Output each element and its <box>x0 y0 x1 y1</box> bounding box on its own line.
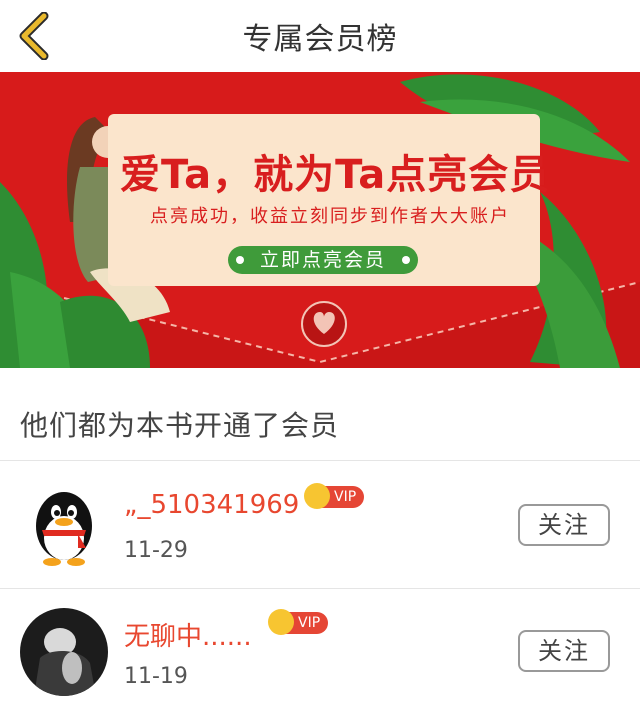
crown-icon <box>304 483 330 509</box>
vip-badge: VIP <box>304 483 365 509</box>
vip-badge: VIP <box>268 609 329 635</box>
member-row[interactable]: „_510341969 VIP 11-29 关注 <box>0 464 640 588</box>
follow-button[interactable]: 关注 <box>518 504 610 546</box>
light-up-membership-button[interactable]: 立即点亮会员 <box>228 246 418 274</box>
avatar[interactable] <box>20 482 108 570</box>
photo-avatar-icon <box>20 608 108 696</box>
member-name[interactable]: 无聊中...... <box>124 616 252 653</box>
avatar[interactable] <box>20 608 108 696</box>
promo-banner[interactable]: 爱Ta，就为Ta点亮会员 点亮成功，收益立刻同步到作者大大账户 立即点亮会员 <box>0 72 640 368</box>
qq-penguin-icon <box>20 482 108 570</box>
banner-subtitle: 点亮成功，收益立刻同步到作者大大账户 <box>150 206 510 227</box>
member-name[interactable]: „_510341969 <box>124 490 299 520</box>
member-row[interactable]: 无聊中...... VIP 11-19 关注 <box>0 590 640 714</box>
header-bar: 专属会员榜 <box>0 0 640 72</box>
crown-icon <box>268 609 294 635</box>
divider <box>0 588 640 589</box>
section-title: 他们都为本书开通了会员 <box>20 409 340 442</box>
page-title: 专属会员榜 <box>242 22 398 57</box>
divider <box>0 460 640 461</box>
member-date: 11-19 <box>124 664 188 689</box>
member-date: 11-29 <box>124 538 188 563</box>
banner-headline: 爱Ta，就为Ta点亮会员 <box>120 152 551 198</box>
follow-button[interactable]: 关注 <box>518 630 610 672</box>
